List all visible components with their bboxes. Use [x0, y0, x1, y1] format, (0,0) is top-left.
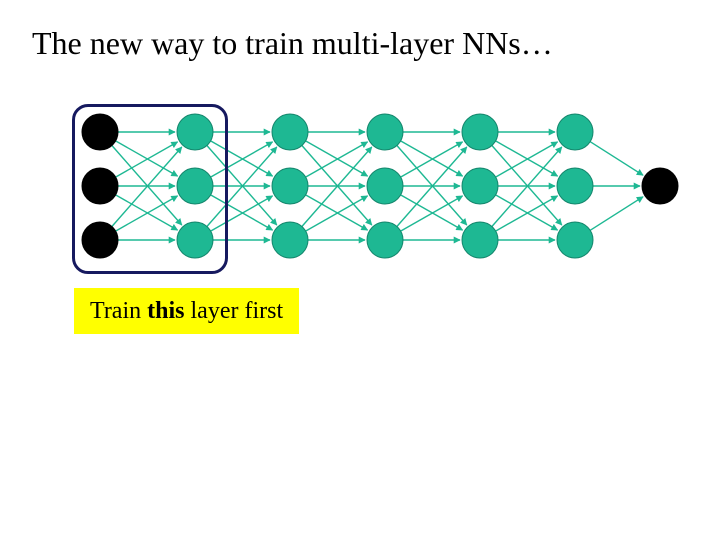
nn-node-hidden5	[557, 114, 593, 150]
caption-post: layer first	[185, 298, 284, 324]
layer-highlight-box	[72, 104, 228, 274]
nn-node-hidden3	[367, 168, 403, 204]
nn-node-hidden4	[462, 168, 498, 204]
nn-node-hidden5	[557, 222, 593, 258]
nn-node-hidden2	[272, 222, 308, 258]
nn-node-output	[642, 168, 678, 204]
nn-edge	[590, 197, 643, 231]
neural-network-diagram	[70, 102, 690, 282]
nn-node-hidden2	[272, 168, 308, 204]
nn-edge	[496, 141, 558, 176]
nn-edge	[590, 142, 643, 176]
nn-node-hidden4	[462, 222, 498, 258]
nn-node-hidden3	[367, 114, 403, 150]
nn-node-hidden5	[557, 168, 593, 204]
nn-edge	[401, 196, 463, 231]
nn-node-hidden4	[462, 114, 498, 150]
nn-node-hidden3	[367, 222, 403, 258]
caption-pre: Train	[90, 298, 147, 324]
slide-title: The new way to train multi-layer NNs…	[32, 24, 553, 62]
nn-node-hidden2	[272, 114, 308, 150]
nn-edge	[306, 141, 368, 176]
nn-edge	[306, 196, 368, 231]
caption-box: Train this layer first	[74, 288, 299, 334]
caption-bold: this	[147, 298, 184, 324]
slide: The new way to train multi-layer NNs… Tr…	[0, 0, 720, 540]
nn-edge	[401, 141, 463, 176]
nn-edge	[496, 196, 558, 231]
